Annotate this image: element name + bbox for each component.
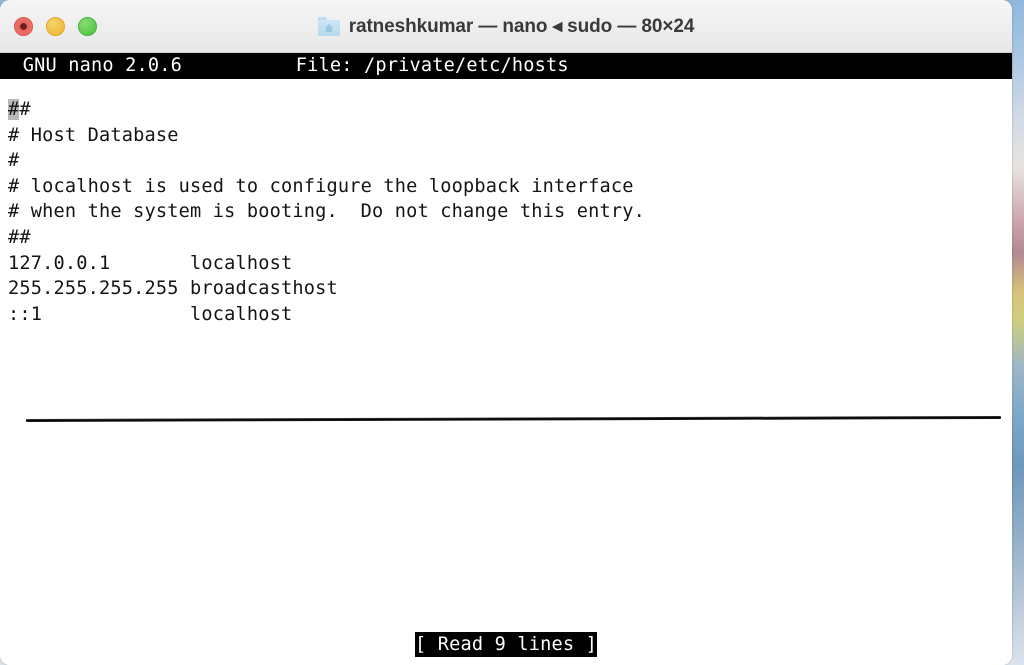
terminal-screen[interactable]: GNU nano 2.0.6 File: /private/etc/hosts … (0, 53, 1012, 665)
window-titlebar[interactable]: ratneshkumar — nano ◂ sudo — 80×24 (0, 0, 1012, 53)
editor-line-text: ::1 localhost (8, 303, 293, 325)
nano-header-bar: GNU nano 2.0.6 File: /private/etc/hosts (0, 53, 1012, 79)
editor-line: 127.0.0.1 localhost (8, 251, 645, 277)
editor-line-text: ## (8, 226, 31, 248)
terminal-window: ratneshkumar — nano ◂ sudo — 80×24 GNU n… (0, 0, 1012, 665)
nano-status-line: [ Read 9 lines ] (0, 632, 1012, 658)
editor-line: 255.255.255.255 broadcasthost (8, 276, 645, 302)
editor-line: # Host Database (8, 123, 645, 149)
editor-line: ## (8, 225, 645, 251)
editor-line-text: # (19, 99, 31, 120)
nano-editor-content[interactable]: ## # Host Database # # localhost is used to… (8, 97, 645, 327)
editor-line: # localhost is used to configure the loo… (8, 174, 645, 200)
editor-line: # (8, 148, 645, 174)
editor-line: ## (8, 97, 645, 123)
editor-line-text: # when the system is booting. Do not cha… (8, 201, 645, 223)
editor-line-text: 255.255.255.255 broadcasthost (8, 278, 338, 300)
window-title: ratneshkumar — nano ◂ sudo — 80×24 (348, 15, 695, 37)
editor-line: ::1 localhost (8, 302, 645, 328)
text-cursor: # (8, 99, 20, 120)
annotation-underline (25, 415, 1001, 422)
editor-line-text: # (8, 150, 20, 172)
close-button[interactable] (14, 16, 33, 36)
folder-home-icon (317, 16, 340, 36)
editor-line: # when the system is booting. Do not cha… (8, 199, 645, 225)
zoom-button[interactable] (78, 16, 97, 36)
window-controls (14, 0, 97, 52)
minimize-button[interactable] (46, 16, 65, 36)
window-title-group: ratneshkumar — nano ◂ sudo — 80×24 (317, 15, 695, 38)
status-message: [ Read 9 lines ] (415, 632, 597, 657)
editor-line-text: 127.0.0.1 localhost (8, 252, 293, 274)
editor-line-text: # Host Database (8, 124, 179, 146)
editor-line-text: # localhost is used to configure the loo… (8, 175, 634, 197)
